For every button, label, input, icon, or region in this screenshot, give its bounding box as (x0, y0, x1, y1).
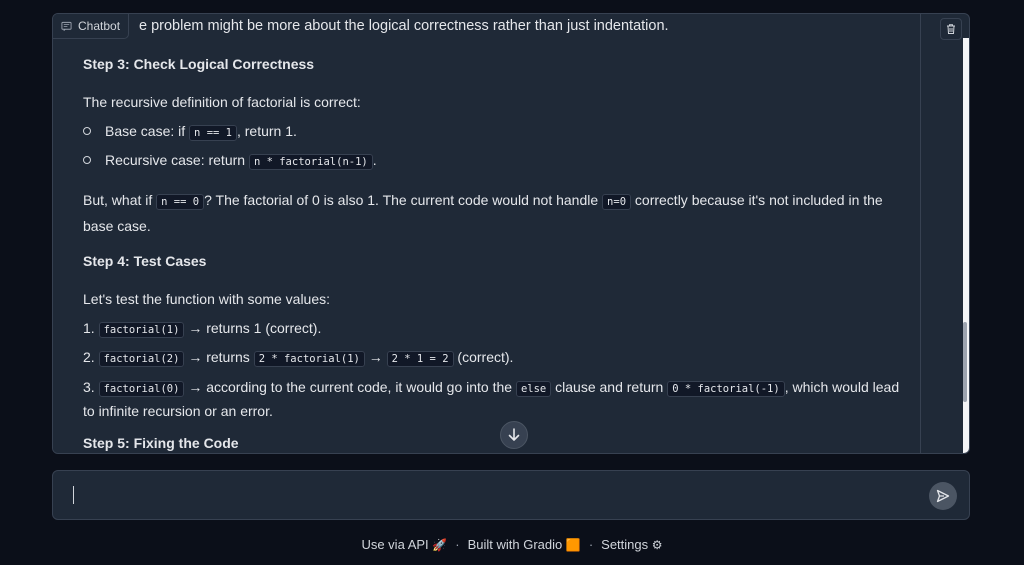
bullet-icon (83, 127, 91, 136)
settings-link[interactable]: Settings ⚙ (601, 537, 662, 552)
bot-message: e problem might be more about the logica… (53, 14, 921, 453)
inline-code: n=0 (602, 194, 632, 210)
list-number: 3. (83, 379, 95, 395)
test-case-2: 2. factorial(2) → returns 2 * factorial(… (83, 347, 903, 369)
step4-intro: Let's test the function with some values… (83, 291, 331, 307)
gradio-label: Built with Gradio (467, 537, 563, 552)
inline-code: n * factorial(n-1) (248, 154, 373, 170)
arrow-down-icon (508, 428, 520, 441)
message-lead-text: e problem might be more about the logica… (139, 18, 669, 34)
api-label: Use via API (361, 537, 429, 552)
base-case-prefix: Base case: if (105, 123, 190, 139)
step3-intro: The recursive definition of factorial is… (83, 94, 361, 110)
chatbot-panel: e problem might be more about the logica… (52, 13, 970, 454)
list-number: 1. (83, 320, 95, 336)
settings-label: Settings (601, 537, 649, 552)
step4-heading: Step 4: Test Cases (83, 253, 207, 269)
inline-code: 2 * 1 = 2 (386, 351, 454, 367)
list-item-recursive-case: Recursive case: return n * factorial(n-1… (83, 150, 377, 172)
footer-separator: · (588, 537, 594, 552)
inline-code: 0 * factorial(-1) (667, 381, 785, 397)
inline-code: 2 * factorial(1) (253, 351, 365, 367)
inline-code: factorial(0) (98, 381, 185, 397)
list-item-base-case: Base case: if n == 1, return 1. (83, 121, 297, 143)
base-case-suffix: , return 1. (236, 123, 297, 139)
zero-case-paragraph: But, what if n == 0? The factorial of 0 … (83, 188, 903, 238)
gear-icon: ⚙ (651, 538, 663, 552)
para-text: → (364, 349, 387, 365)
inline-code: else (515, 381, 552, 397)
send-button[interactable] (929, 482, 957, 510)
bullet-icon (83, 156, 91, 165)
chatbot-label-text: Chatbot (78, 19, 121, 33)
footer: Use via API 🚀 · Built with Gradio 🟧 · Se… (0, 537, 1024, 552)
send-icon (936, 489, 950, 503)
recursive-prefix: Recursive case: return (105, 152, 249, 168)
inline-code: n == 1 (189, 125, 237, 141)
chatbot-label: Chatbot (53, 14, 130, 39)
message-input-box[interactable] (52, 470, 970, 520)
list-number: 2. (83, 349, 95, 365)
recursive-suffix: . (372, 152, 377, 168)
para-text: But, what if (83, 192, 157, 208)
para-text: (correct). (453, 349, 514, 365)
inline-code: factorial(1) (98, 322, 185, 338)
para-text: → returns 1 (correct). (184, 320, 322, 336)
gradio-logo-icon: 🟧 (565, 538, 581, 552)
scroll-to-bottom-button[interactable] (500, 421, 528, 449)
use-via-api-link[interactable]: Use via API 🚀 (361, 537, 447, 552)
rocket-icon: 🚀 (432, 538, 448, 552)
clear-chat-button[interactable] (940, 18, 962, 40)
para-text: → returns (184, 349, 254, 365)
para-text: → according to the current code, it woul… (184, 379, 516, 395)
scrollbar-thumb[interactable] (963, 322, 967, 402)
para-text: ? The factorial of 0 is also 1. The curr… (204, 192, 603, 208)
chat-icon (61, 21, 72, 31)
test-case-3: 3. factorial(0) → according to the curre… (83, 376, 903, 422)
inline-code: n == 0 (156, 194, 205, 210)
trash-icon (947, 24, 955, 34)
inline-code: factorial(2) (98, 351, 185, 367)
built-with-gradio-link[interactable]: Built with Gradio 🟧 (468, 537, 581, 552)
text-caret (73, 486, 74, 504)
para-text: clause and return (551, 379, 668, 395)
step3-heading: Step 3: Check Logical Correctness (83, 56, 315, 72)
footer-separator: · (455, 537, 460, 552)
step5-heading: Step 5: Fixing the Code (83, 435, 239, 451)
test-case-1: 1. factorial(1) → returns 1 (correct). (83, 318, 903, 340)
